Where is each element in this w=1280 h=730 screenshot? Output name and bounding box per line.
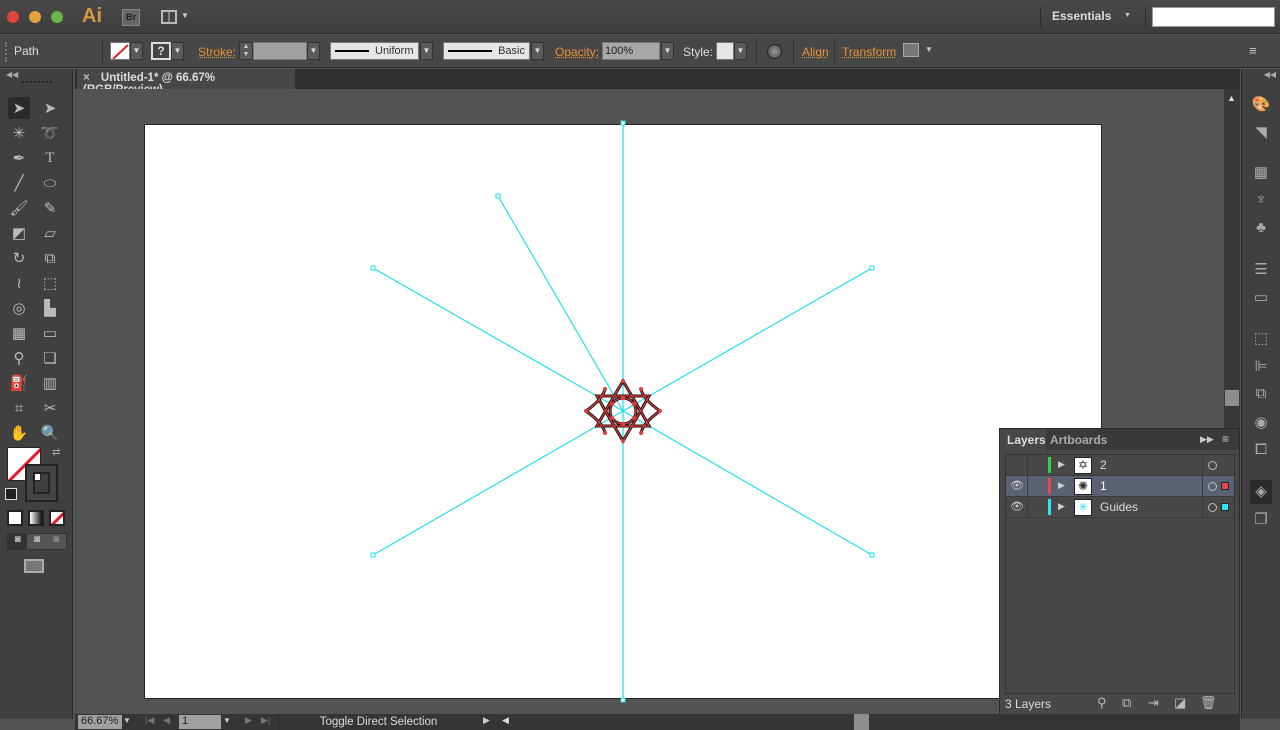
- next-artboard-button[interactable]: ▶: [245, 715, 252, 726]
- appearance-icon[interactable]: ◉: [1250, 413, 1272, 433]
- guide-line[interactable]: [372, 410, 624, 556]
- status-menu-arrow[interactable]: ▶: [483, 715, 490, 726]
- delete-layer-icon[interactable]: 🗑: [1200, 695, 1217, 711]
- horizontal-scroll-thumb[interactable]: [854, 714, 869, 730]
- anchor-point[interactable]: [370, 265, 376, 271]
- layer-thumbnail: ✳: [1074, 499, 1092, 516]
- new-sublayer-icon[interactable]: ⇥: [1148, 695, 1159, 711]
- layer-count: 3 Layers: [1005, 697, 1052, 711]
- layer-name[interactable]: 2: [1100, 458, 1107, 472]
- guide-line[interactable]: [622, 267, 873, 412]
- layers-panel: Layers Artboards ▶▶ ≡ ▶ ✡ 2 👁 ▶ ✺ 1 👁 ▶ …: [999, 428, 1240, 718]
- expand-arrow-icon[interactable]: ▶: [1058, 501, 1065, 512]
- layers-panel-icon[interactable]: ◈: [1250, 480, 1272, 504]
- clipping-mask-icon[interactable]: ⧉: [1122, 695, 1131, 711]
- layer-row[interactable]: 👁 ▶ ✺ 1: [1006, 476, 1234, 497]
- last-artboard-button[interactable]: ▶|: [261, 715, 270, 726]
- pathfinder-icon[interactable]: ⧉: [1250, 385, 1272, 405]
- eye-icon[interactable]: 👁: [1010, 479, 1024, 492]
- layer-row[interactable]: 👁 ▶ ✳ Guides: [1006, 497, 1234, 518]
- layer-color-bar: [1048, 457, 1051, 473]
- gradient-panel-icon[interactable]: ▭: [1250, 288, 1272, 308]
- anchor-point[interactable]: [495, 193, 501, 199]
- anchor-point[interactable]: [370, 552, 376, 558]
- artboard-dropdown[interactable]: ▼: [223, 716, 231, 725]
- new-layer-icon[interactable]: ◪: [1174, 695, 1186, 711]
- expand-arrow-icon[interactable]: ▶: [1058, 480, 1065, 491]
- target-icon[interactable]: [1208, 461, 1217, 470]
- color-guide-icon[interactable]: ◥: [1250, 123, 1272, 143]
- locate-object-icon[interactable]: ⚲: [1097, 695, 1107, 711]
- artboard-number-input[interactable]: 1: [179, 715, 221, 729]
- guides: [372, 123, 873, 700]
- anchor-point[interactable]: [869, 552, 875, 558]
- guide-line[interactable]: [372, 267, 624, 412]
- anchor-point[interactable]: [620, 697, 626, 703]
- zoom-level-input[interactable]: 66.67%: [78, 715, 122, 729]
- graphic-styles-icon[interactable]: ⧠: [1250, 441, 1272, 461]
- scroll-thumb[interactable]: [1225, 390, 1239, 406]
- scroll-up-arrow[interactable]: ▲: [1227, 93, 1236, 103]
- transform-panel-icon[interactable]: ⬚: [1250, 329, 1272, 349]
- target-icon[interactable]: [1208, 503, 1217, 512]
- tab-artboards[interactable]: Artboards: [1050, 433, 1107, 447]
- anchor-point[interactable]: [620, 120, 626, 126]
- status-text: Toggle Direct Selection: [278, 714, 478, 730]
- target-icon[interactable]: [1208, 482, 1217, 491]
- swatches-icon[interactable]: ▦: [1250, 163, 1272, 183]
- panel-menu-icon[interactable]: ≡: [1222, 432, 1229, 446]
- align-panel-icon[interactable]: ⊫: [1250, 357, 1272, 377]
- selection-indicator[interactable]: [1221, 482, 1229, 490]
- stroke-panel-icon[interactable]: ☰: [1250, 260, 1272, 280]
- status-bar: 66.67% ▼ |◀ ◀ 1 ▼ ▶ ▶| Toggle Direct Sel…: [75, 714, 1240, 730]
- eye-icon[interactable]: 👁: [1010, 500, 1024, 513]
- artboards-panel-icon[interactable]: ❐: [1250, 510, 1272, 530]
- layer-thumbnail: ✡: [1074, 457, 1092, 474]
- layer-name[interactable]: Guides: [1100, 500, 1138, 514]
- collapse-dock-icon[interactable]: ◀◀: [1242, 70, 1280, 79]
- brushes-icon[interactable]: ♆: [1250, 191, 1272, 211]
- anchor-point[interactable]: [869, 265, 875, 271]
- layer-color-bar: [1048, 499, 1051, 515]
- zoom-dropdown[interactable]: ▼: [123, 716, 131, 725]
- first-artboard-button[interactable]: |◀: [145, 715, 154, 726]
- layer-thumbnail: ✺: [1074, 478, 1092, 495]
- collapse-icon[interactable]: ▶▶: [1200, 434, 1214, 445]
- expand-arrow-icon[interactable]: ▶: [1058, 459, 1065, 470]
- layer-name[interactable]: 1: [1100, 479, 1107, 493]
- tab-layers[interactable]: Layers: [1000, 429, 1046, 450]
- color-panel-icon[interactable]: 🎨: [1250, 95, 1272, 115]
- previous-artboard-button[interactable]: ◀: [163, 715, 170, 726]
- symbols-icon[interactable]: ♣: [1250, 219, 1272, 239]
- guide-line[interactable]: [622, 410, 873, 556]
- layer-row[interactable]: ▶ ✡ 2: [1006, 455, 1234, 476]
- guide-line[interactable]: [497, 195, 624, 412]
- selection-indicator[interactable]: [1221, 503, 1229, 511]
- scroll-left-arrow[interactable]: ◀: [502, 715, 509, 726]
- layer-color-bar: [1048, 478, 1051, 494]
